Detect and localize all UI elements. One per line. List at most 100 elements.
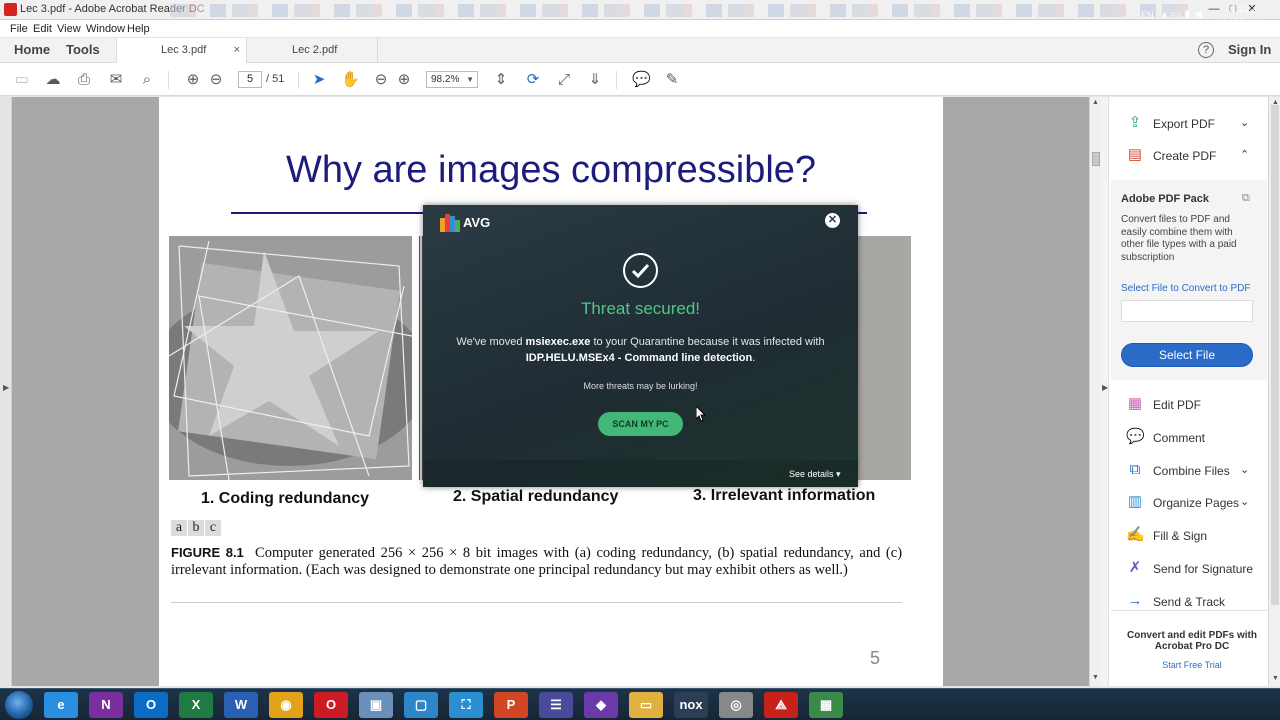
file-drop-field[interactable] (1121, 300, 1253, 322)
slide-title: Why are images compressible? (285, 149, 817, 191)
hand-tool-icon[interactable]: ✋ (341, 71, 360, 89)
scroll-mode-icon[interactable]: ⇓ (586, 71, 604, 89)
comment-tool[interactable]: 💬 Comment (1126, 428, 1256, 448)
help-icon[interactable]: ? (1198, 42, 1214, 58)
select-cursor-icon[interactable]: ➤ (310, 71, 328, 89)
powerpoint-icon[interactable]: P (494, 692, 528, 718)
tool-label: Send for Signature (1153, 562, 1254, 576)
screen-tool-icon[interactable]: ⛶ (449, 692, 483, 718)
page-number-input[interactable]: 5 (238, 71, 262, 88)
expand-left-icon: ▶ (3, 383, 10, 392)
create-pdf-icon: ▤ (1127, 146, 1143, 163)
scrollbar-thumb[interactable] (1092, 152, 1100, 166)
copy-icon[interactable]: ⧉ (1242, 192, 1250, 205)
scroll-up-icon[interactable]: ▲ (1092, 99, 1099, 106)
message-text: We've moved (456, 336, 523, 348)
clock-date[interactable]: ٢٠١٩/١٠/٠٧ (1220, 17, 1264, 28)
zoom-select[interactable]: 98.2% ▼ (426, 71, 478, 88)
zoom-out-icon[interactable]: ⊖ (372, 71, 390, 89)
export-pdf-tool[interactable]: ⇪ Export PDF ⌄ (1126, 114, 1256, 134)
scrollbar-thumb[interactable] (1271, 105, 1279, 605)
menu-edit[interactable]: Edit (33, 23, 52, 35)
fill-sign-tool[interactable]: ✍ Fill & Sign (1126, 526, 1256, 546)
nox-icon[interactable]: nox (674, 692, 708, 718)
page-down-icon[interactable]: ⊖ (207, 71, 225, 89)
edit-pdf-tool[interactable]: ▦ Edit PDF (1126, 395, 1256, 415)
rotate-icon[interactable]: ⟳ (524, 71, 542, 89)
figure-label: FIGURE 8.1 (171, 545, 244, 560)
language-indicator[interactable]: EN (1141, 10, 1154, 20)
media-app-icon[interactable]: ☰ (539, 692, 573, 718)
pdf-pack-title: Adobe PDF Pack (1121, 193, 1210, 205)
avg-taskbar-icon[interactable]: ▦ (809, 692, 843, 718)
close-icon[interactable]: ✕ (825, 213, 840, 228)
print-icon[interactable]: ⎙ (75, 71, 93, 89)
search-icon[interactable]: ⌕ (138, 71, 156, 89)
upload-icon[interactable]: ☁ (44, 71, 62, 89)
left-panel-toggle[interactable]: ▶ (0, 97, 12, 686)
chrome-icon[interactable]: ◉ (269, 692, 303, 718)
disc-icon[interactable]: ◎ (719, 692, 753, 718)
full-screen-icon[interactable]: ⤢ (555, 71, 573, 89)
tools-pane-scrollbar[interactable]: ▲ ▼ (1268, 97, 1280, 686)
sign-in-button[interactable]: Sign In (1228, 42, 1271, 57)
subfig-letter: b (188, 520, 205, 536)
scan-my-pc-button[interactable]: SCAN MY PC (598, 412, 683, 436)
menu-window[interactable]: Window (86, 23, 125, 35)
label-spatial-redundancy: 2. Spatial redundancy (453, 488, 619, 505)
scroll-down-icon[interactable]: ▼ (1272, 675, 1279, 682)
save-icon[interactable]: ▭ (13, 71, 31, 89)
organize-pages-tool[interactable]: ▥ Organize Pages ⌄ (1126, 493, 1256, 513)
tools-tab[interactable]: Tools (66, 42, 100, 57)
tab-lec3[interactable]: Lec 3.pdf × (116, 38, 247, 63)
clock-time[interactable]: 12:21 م (1226, 4, 1257, 15)
menu-help[interactable]: Help (127, 23, 150, 35)
tab-lec2[interactable]: Lec 2.pdf (248, 38, 378, 63)
word-icon[interactable]: W (224, 692, 258, 718)
see-details-link[interactable]: See details ▾ (789, 469, 841, 480)
menu-view[interactable]: View (57, 23, 81, 35)
screen-capture-icon[interactable]: ▢ (404, 692, 438, 718)
zoom-in-icon[interactable]: ⊕ (395, 71, 413, 89)
document-scrollbar[interactable]: ▲ ▼ (1089, 97, 1101, 686)
create-pdf-tool[interactable]: ▤ Create PDF ⌃ (1126, 146, 1256, 166)
acrobat-icon[interactable]: ⟁ (764, 692, 798, 718)
toolbar-divider (298, 71, 299, 89)
right-pane-toggle[interactable]: ▶ (1101, 97, 1109, 686)
comment-icon[interactable]: 💬 (632, 71, 651, 89)
internet-explorer-icon[interactable]: e (44, 692, 78, 718)
file-explorer-icon[interactable]: ▭ (629, 692, 663, 718)
minimize-button[interactable]: — (1205, 1, 1223, 17)
image-viewer-icon[interactable]: ▣ (359, 692, 393, 718)
title-bar: Lec 3.pdf - Adobe Acrobat Reader DC — □ … (0, 0, 1280, 20)
visual-studio-icon[interactable]: ◆ (584, 692, 618, 718)
start-free-trial-link[interactable]: Start Free Trial (1111, 660, 1273, 670)
organize-pages-icon: ▥ (1127, 493, 1143, 510)
tool-label: Edit PDF (1153, 398, 1202, 412)
excel-icon[interactable]: X (179, 692, 213, 718)
select-file-button[interactable]: Select File (1121, 343, 1253, 367)
fit-page-icon[interactable]: ⇕ (492, 71, 510, 89)
onenote-icon[interactable]: N (89, 692, 123, 718)
highlight-pen-icon[interactable]: ✎ (663, 71, 681, 89)
combine-files-tool[interactable]: ⧉ Combine Files ⌄ (1126, 461, 1256, 481)
send-signature-tool[interactable]: ✗ Send for Signature (1126, 559, 1256, 579)
coding-redundancy-image (169, 236, 412, 480)
select-file-link[interactable]: Select File to Convert to PDF (1121, 283, 1251, 294)
home-tab[interactable]: Home (14, 42, 50, 57)
tray-icons[interactable]: ▴▭▮◀ (1162, 9, 1206, 20)
outlook-icon[interactable]: O (134, 692, 168, 718)
chevron-down-icon: ▼ (466, 75, 474, 84)
send-track-tool[interactable]: → Send & Track (1126, 592, 1256, 612)
email-icon[interactable]: ✉ (107, 71, 125, 89)
close-tab-icon[interactable]: × (234, 38, 240, 63)
menu-file[interactable]: File (10, 23, 28, 35)
start-button[interactable] (5, 691, 33, 719)
page-up-icon[interactable]: ⊕ (184, 71, 202, 89)
opera-icon[interactable]: O (314, 692, 348, 718)
mouse-cursor-icon (696, 406, 706, 422)
scroll-down-icon[interactable]: ▼ (1092, 674, 1099, 681)
threat-headline: Threat secured! (580, 299, 701, 318)
tab-bar: Home Tools Lec 3.pdf × Lec 2.pdf ? Sign … (0, 38, 1280, 63)
toolbar-divider (168, 71, 169, 89)
